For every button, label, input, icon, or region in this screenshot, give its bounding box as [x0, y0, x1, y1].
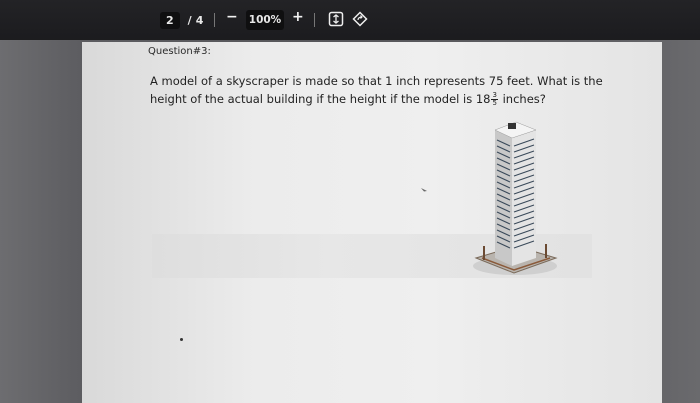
page-mark — [180, 338, 183, 341]
pdf-page: Question#3: A model of a skyscraper is m… — [82, 42, 662, 403]
zoom-out-button[interactable]: − — [226, 9, 238, 25]
mixed-number-fraction: 35 — [491, 92, 498, 107]
fit-page-icon[interactable] — [328, 11, 344, 31]
page-indicator: 2 / 4 — [160, 10, 203, 30]
toolbar-divider — [314, 13, 315, 27]
skyscraper-image — [470, 118, 560, 282]
zoom-in-button[interactable]: + — [292, 9, 304, 25]
fraction-denominator: 5 — [492, 99, 497, 107]
question-label: Question#3: — [148, 46, 211, 57]
document-viewport[interactable]: Question#3: A model of a skyscraper is m… — [0, 40, 700, 403]
zoom-level-field[interactable]: 100% — [246, 10, 284, 30]
rotate-icon[interactable] — [352, 11, 368, 31]
mouse-pointer-icon — [421, 179, 427, 192]
page-separator: / — [187, 13, 192, 27]
question-text: A model of a skyscraper is made so that … — [150, 72, 610, 108]
current-page-field[interactable]: 2 — [160, 11, 180, 29]
toolbar-divider — [214, 13, 215, 27]
total-pages: 4 — [195, 13, 204, 27]
question-text-part2: inches? — [498, 92, 546, 106]
pdf-toolbar: 2 / 4 − 100% + — [0, 0, 700, 42]
